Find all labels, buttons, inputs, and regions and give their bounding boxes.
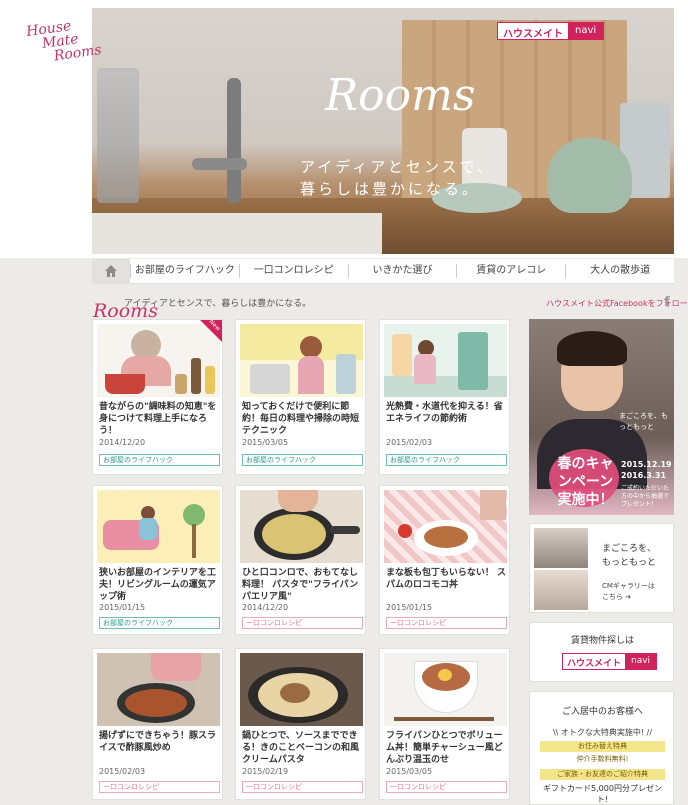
housemate-navi-button[interactable]: ハウスメイト navi bbox=[562, 653, 658, 670]
article-title: 昔ながらの"調味料の知恵"を身につけて料理上手になろう！ bbox=[99, 402, 217, 436]
article-date: 2015/01/15 bbox=[386, 603, 433, 612]
category-nav: お部屋のライフハック 一口コンロレシピ いきかた選び 賃貸のアレコレ 大人の散歩… bbox=[92, 258, 674, 284]
campaign-title: 春のキャンペーン実施中！ bbox=[557, 456, 614, 508]
article-category-tag[interactable]: 一口コンロレシピ bbox=[386, 617, 507, 629]
nav-item-rental[interactable]: 賃貸のアレコレ bbox=[456, 264, 565, 278]
article-card[interactable]: New 昔ながらの"調味料の知恵"を身につけて料理上手になろう！ 2014/12… bbox=[92, 318, 223, 475]
article-title: 鍋ひとつで、ソースまでできる！きのことベーコンの和風クリームパスタ bbox=[242, 731, 360, 765]
nav-home[interactable] bbox=[92, 258, 130, 284]
article-date: 2015/03/05 bbox=[386, 767, 433, 776]
article-thumbnail bbox=[384, 653, 507, 726]
article-date: 2014/12/20 bbox=[99, 438, 146, 447]
facebook-icon[interactable]: f bbox=[664, 295, 674, 310]
spring-campaign-banner[interactable]: まごころを、もっともっと 春のキャンペーン実施中！ 2015.12.19 201… bbox=[529, 319, 674, 515]
article-card[interactable]: 光熱費・水道代を抑える！省エネライフの節約術 2015/02/03 お部屋のライ… bbox=[379, 319, 510, 475]
home-icon bbox=[105, 265, 117, 277]
article-category-tag[interactable]: お部屋のライフハック bbox=[242, 454, 363, 466]
sub-tagline: アイディアとセンスで、暮らしは豊かになる。 bbox=[124, 299, 312, 309]
article-title: 揚げずにできちゃう！豚スライスで酢豚風炒め bbox=[99, 731, 217, 753]
article-title: まな板も包丁もいらない！ スパムのロコモコ丼 bbox=[386, 568, 506, 590]
cm-photo bbox=[534, 570, 588, 610]
welcome-title: ご入居中のお客様へ bbox=[561, 707, 643, 717]
article-category-tag[interactable]: 一口コンロレシピ bbox=[99, 781, 220, 793]
article-card[interactable]: 鍋ひとつで、ソースまでできる！きのことベーコンの和風クリームパスタ 2015/0… bbox=[235, 648, 366, 800]
nav-item-lifehack[interactable]: お部屋のライフハック bbox=[130, 264, 239, 278]
article-card[interactable]: 知っておくだけで便利に節約！毎日の料理や掃除の時短テクニック 2015/03/0… bbox=[235, 319, 366, 475]
article-category-tag[interactable]: お部屋のライフハック bbox=[99, 454, 220, 466]
article-title: 光熱費・水道代を抑える！省エネライフの節約術 bbox=[386, 402, 503, 424]
article-date: 2015/02/19 bbox=[242, 767, 289, 776]
article-date: 2015/01/15 bbox=[99, 603, 146, 612]
hero-rooms-logo: Rooms bbox=[325, 70, 476, 121]
article-title: ひと口コンロで、おもてなし料理！ パスタで"フライパンパエリア風" bbox=[242, 568, 359, 602]
article-category-tag[interactable]: 一口コンロレシピ bbox=[386, 781, 507, 793]
article-category-tag[interactable]: お部屋のライフハック bbox=[99, 617, 220, 629]
nav-item-walk[interactable]: 大人の散歩道 bbox=[565, 264, 674, 278]
article-card[interactable]: 狭いお部屋のインテリアを工夫！リビングルームの運気アップ術 2015/01/15… bbox=[92, 485, 223, 635]
article-category-tag[interactable]: お部屋のライフハック bbox=[386, 454, 507, 466]
hero-tagline: アイディアとセンスで、 暮らしは豊かになる。 bbox=[300, 158, 496, 198]
article-title: フライパンひとつでボリューム丼！簡単チャーシュー風どんぶり温玉のせ bbox=[386, 731, 503, 765]
article-card[interactable]: ひと口コンロで、おもてなし料理！ パスタで"フライパンパエリア風" 2014/1… bbox=[235, 485, 366, 635]
article-date: 2015/02/03 bbox=[386, 438, 433, 447]
article-thumbnail bbox=[240, 490, 363, 563]
article-thumbnail bbox=[240, 324, 363, 397]
cm-gallery-box[interactable]: まごころを、 もっともっと CMギャラリーは こちら ➔ bbox=[529, 523, 674, 613]
article-category-tag[interactable]: 一口コンロレシピ bbox=[242, 617, 363, 629]
housemate-navi-badge[interactable]: ハウスメイト navi bbox=[497, 22, 605, 40]
cm-photo bbox=[534, 528, 588, 568]
resident-welcome-box[interactable]: ご入居中のお客様へ \\ オトクな大特典実施中! // お住み替え特典 仲介手数… bbox=[529, 691, 674, 805]
article-card[interactable]: まな板も包丁もいらない！ スパムのロコモコ丼 2015/01/15 一口コンロレ… bbox=[379, 485, 510, 635]
article-date: 2015/03/05 bbox=[242, 438, 289, 447]
house-mate-rooms-logo[interactable]: House Mate Rooms bbox=[25, 15, 102, 67]
article-date: 2014/12/20 bbox=[242, 603, 289, 612]
property-search-box[interactable]: 賃貸物件探しは ハウスメイト navi bbox=[529, 622, 674, 682]
article-thumbnail bbox=[240, 653, 363, 726]
article-thumbnail bbox=[384, 490, 507, 563]
article-card[interactable]: 揚げずにできちゃう！豚スライスで酢豚風炒め 2015/02/03 一口コンロレシ… bbox=[92, 648, 223, 800]
article-title: 知っておくだけで便利に節約！毎日の料理や掃除の時短テクニック bbox=[242, 402, 360, 436]
article-thumbnail bbox=[97, 653, 220, 726]
article-date: 2015/02/03 bbox=[99, 767, 146, 776]
hero-section: Rooms アイディアとセンスで、 暮らしは豊かになる。 House Mate … bbox=[0, 0, 688, 258]
campaign-dates: 2015.12.19 2016.3.31 bbox=[621, 460, 672, 480]
cm-gallery-link[interactable]: CMギャラリーは こちら ➔ bbox=[602, 581, 655, 603]
nav-item-lifestyle[interactable]: いきかた選び bbox=[347, 264, 457, 278]
article-category-tag[interactable]: 一口コンロレシピ bbox=[242, 781, 363, 793]
article-thumbnail bbox=[384, 324, 507, 397]
article-card[interactable]: フライパンひとつでボリューム丼！簡単チャーシュー風どんぶり温玉のせ 2015/0… bbox=[379, 648, 510, 800]
hero-kitchen-photo bbox=[92, 8, 674, 254]
nav-item-recipe[interactable]: 一口コンロレシピ bbox=[238, 264, 348, 278]
article-thumbnail bbox=[97, 490, 220, 563]
article-title: 狭いお部屋のインテリアを工夫！リビングルームの運気アップ術 bbox=[99, 568, 217, 602]
